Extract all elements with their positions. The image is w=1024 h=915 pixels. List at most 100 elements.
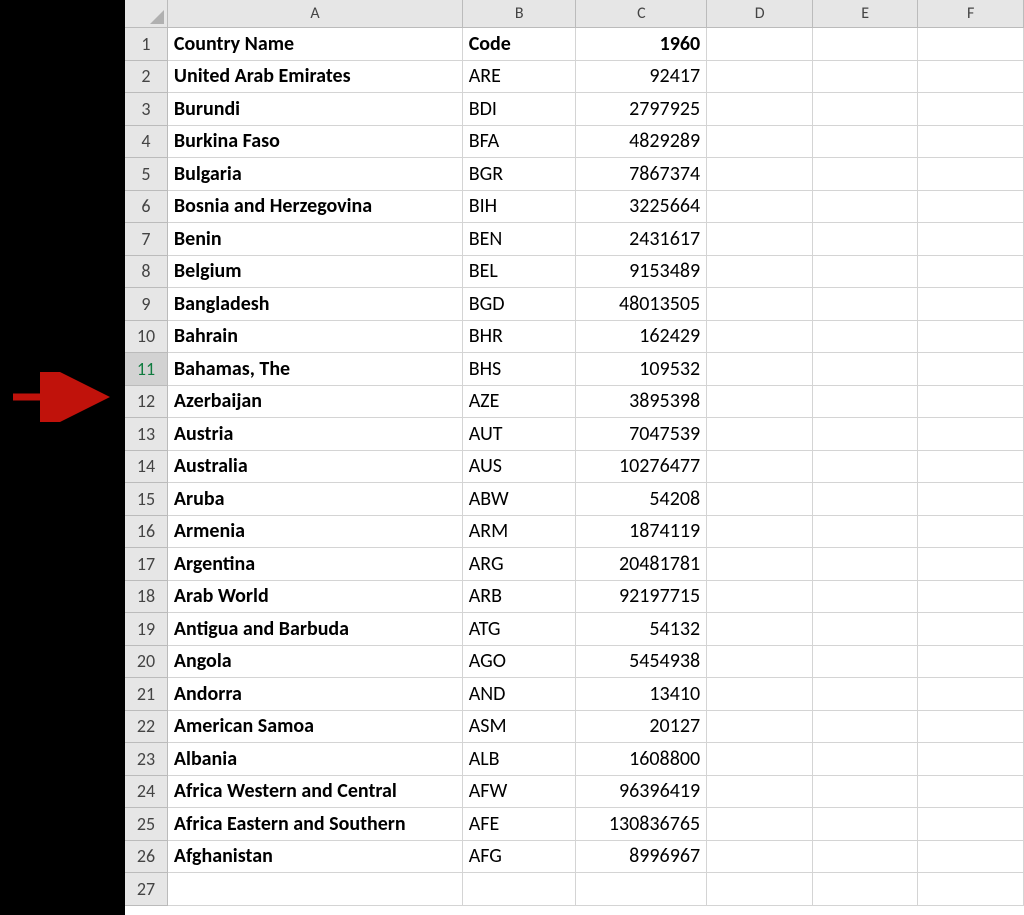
row-header[interactable]: 8 xyxy=(125,256,168,289)
col-header-F[interactable]: F xyxy=(918,0,1024,28)
cell-empty[interactable] xyxy=(918,288,1024,321)
cell-country-name[interactable]: Austria xyxy=(168,418,463,451)
cell-value[interactable] xyxy=(576,873,707,906)
cell-country-name[interactable] xyxy=(168,873,463,906)
cell-country-name[interactable]: Afghanistan xyxy=(168,841,463,874)
cell-country-name[interactable]: United Arab Emirates xyxy=(168,61,463,94)
cell-country-name[interactable]: Bahamas, The xyxy=(168,353,463,386)
cell-code[interactable]: ASM xyxy=(463,711,576,744)
cell-country-name[interactable]: Bulgaria xyxy=(168,158,463,191)
cell-empty[interactable] xyxy=(707,223,813,256)
cell-empty[interactable] xyxy=(813,418,919,451)
cell-code[interactable]: AZE xyxy=(463,386,576,419)
cell-country-name[interactable]: Armenia xyxy=(168,516,463,549)
col-header-B[interactable]: B xyxy=(463,0,576,28)
cell-empty[interactable] xyxy=(813,581,919,614)
cell-empty[interactable] xyxy=(918,776,1024,809)
row-header[interactable]: 21 xyxy=(125,678,168,711)
cell-empty[interactable] xyxy=(707,418,813,451)
cell-empty[interactable] xyxy=(918,353,1024,386)
cell-empty[interactable] xyxy=(707,126,813,159)
cell-empty[interactable] xyxy=(813,61,919,94)
cell-country-name[interactable]: Arab World xyxy=(168,581,463,614)
cell-value[interactable]: 54208 xyxy=(576,483,707,516)
cell-code[interactable]: BFA xyxy=(463,126,576,159)
cell-empty[interactable] xyxy=(707,808,813,841)
cell-empty[interactable] xyxy=(813,646,919,679)
row-header[interactable]: 15 xyxy=(125,483,168,516)
cell-empty[interactable] xyxy=(813,93,919,126)
cell-value[interactable]: 92417 xyxy=(576,61,707,94)
cell-empty[interactable] xyxy=(918,61,1024,94)
cell-empty[interactable] xyxy=(707,581,813,614)
cell-empty[interactable] xyxy=(813,711,919,744)
cell-empty[interactable] xyxy=(707,873,813,906)
cell-country-name[interactable]: Belgium xyxy=(168,256,463,289)
cell-value[interactable]: 2797925 xyxy=(576,93,707,126)
row-header[interactable]: 26 xyxy=(125,841,168,874)
row-header[interactable]: 12 xyxy=(125,386,168,419)
cell-value[interactable]: 8996967 xyxy=(576,841,707,874)
cell-empty[interactable] xyxy=(813,743,919,776)
cell-empty[interactable] xyxy=(813,288,919,321)
row-header[interactable]: 16 xyxy=(125,516,168,549)
cell-empty[interactable] xyxy=(813,516,919,549)
cell-value[interactable]: 3225664 xyxy=(576,191,707,224)
cell-code[interactable]: BHR xyxy=(463,321,576,354)
cell-country-name[interactable]: Aruba xyxy=(168,483,463,516)
row-header[interactable]: 14 xyxy=(125,451,168,484)
cell-country-name[interactable]: Argentina xyxy=(168,548,463,581)
cell-empty[interactable] xyxy=(918,93,1024,126)
cell-country-name[interactable]: American Samoa xyxy=(168,711,463,744)
cell-empty[interactable] xyxy=(813,678,919,711)
cell-empty[interactable] xyxy=(813,776,919,809)
cell-country-name[interactable]: Azerbaijan xyxy=(168,386,463,419)
cell-empty[interactable] xyxy=(813,321,919,354)
cell-code[interactable]: AFG xyxy=(463,841,576,874)
cell-empty[interactable] xyxy=(918,418,1024,451)
cell-empty[interactable] xyxy=(813,191,919,224)
cell-empty[interactable] xyxy=(918,223,1024,256)
cell-empty[interactable] xyxy=(707,288,813,321)
cell-code[interactable]: ARE xyxy=(463,61,576,94)
cell-empty[interactable] xyxy=(918,28,1024,61)
cell-country-name[interactable]: Antigua and Barbuda xyxy=(168,613,463,646)
cell-empty[interactable] xyxy=(918,386,1024,419)
cell-code[interactable]: BEL xyxy=(463,256,576,289)
row-header[interactable]: 1 xyxy=(125,28,168,61)
cell-country-name[interactable]: Burundi xyxy=(168,93,463,126)
cell-value[interactable]: 5454938 xyxy=(576,646,707,679)
cell-empty[interactable] xyxy=(813,28,919,61)
cell-empty[interactable] xyxy=(813,386,919,419)
cell-empty[interactable] xyxy=(707,191,813,224)
cell-empty[interactable] xyxy=(707,613,813,646)
cell-empty[interactable] xyxy=(813,451,919,484)
cell-empty[interactable] xyxy=(707,678,813,711)
row-header[interactable]: 6 xyxy=(125,191,168,224)
row-header[interactable]: 10 xyxy=(125,321,168,354)
row-header[interactable]: 3 xyxy=(125,93,168,126)
cell-empty[interactable] xyxy=(813,158,919,191)
cell-code[interactable]: AFE xyxy=(463,808,576,841)
row-header[interactable]: 11 xyxy=(125,353,168,386)
cell-empty[interactable] xyxy=(813,223,919,256)
cell-value[interactable]: 162429 xyxy=(576,321,707,354)
row-header[interactable]: 18 xyxy=(125,581,168,614)
cell-empty[interactable] xyxy=(918,516,1024,549)
cell-country-name[interactable]: Africa Eastern and Southern xyxy=(168,808,463,841)
cell-empty[interactable] xyxy=(707,353,813,386)
cell-empty[interactable] xyxy=(918,321,1024,354)
cell-country-name[interactable]: Burkina Faso xyxy=(168,126,463,159)
cell-country-name[interactable]: Australia xyxy=(168,451,463,484)
cell-empty[interactable] xyxy=(813,353,919,386)
row-header[interactable]: 20 xyxy=(125,646,168,679)
cell-code[interactable]: ALB xyxy=(463,743,576,776)
cell-empty[interactable] xyxy=(707,61,813,94)
cell-empty[interactable] xyxy=(707,776,813,809)
cell-code[interactable]: BGD xyxy=(463,288,576,321)
cell-country-name[interactable]: Africa Western and Central xyxy=(168,776,463,809)
row-header[interactable]: 22 xyxy=(125,711,168,744)
cell-empty[interactable] xyxy=(918,841,1024,874)
cell-empty[interactable] xyxy=(918,613,1024,646)
cell-empty[interactable] xyxy=(918,191,1024,224)
